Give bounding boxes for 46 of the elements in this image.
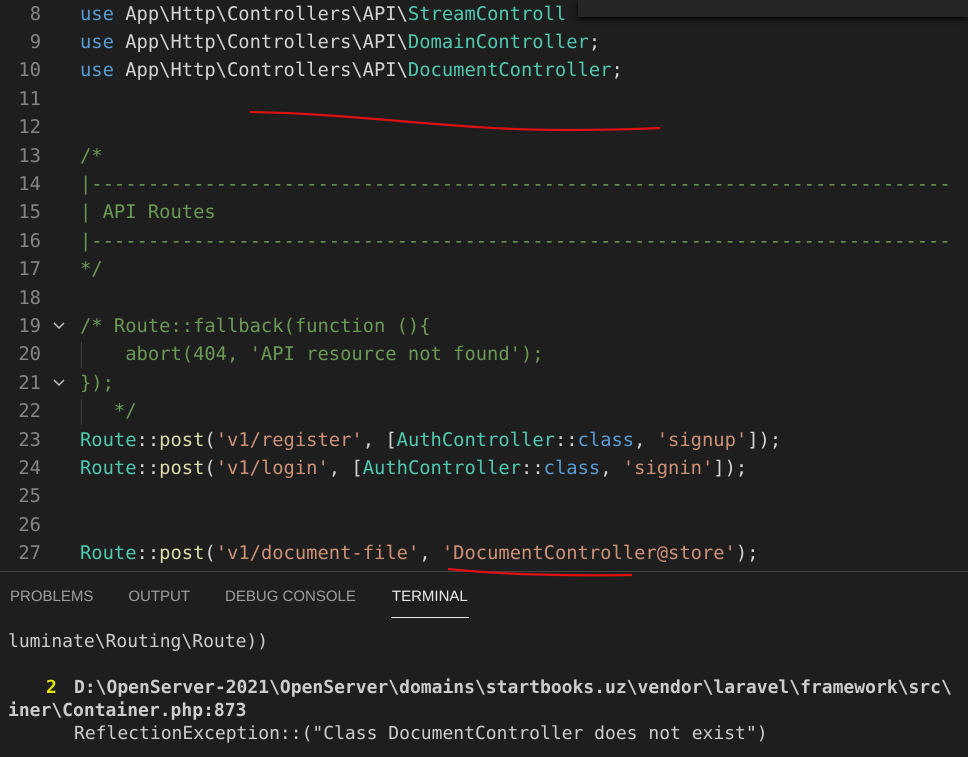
code-line: */ [80, 259, 103, 280]
line-number: 24 [17, 458, 41, 479]
line-number: 22 [17, 401, 41, 422]
code-line: |---------------------------------------------------------------------------- [80, 230, 951, 252]
terminal-line: luminate\Routing\Route)) [7, 630, 270, 653]
code-line: Route::post('v1/register', [AuthController::class, 'signup']); [80, 430, 782, 451]
frame-number: 2 [46, 676, 58, 699]
line-number: 21 [17, 372, 41, 394]
panel-tab[interactable]: OUTPUT [128, 572, 190, 618]
line-number: 9 [28, 32, 41, 54]
line-number: 26 [17, 514, 41, 536]
line-number: 11 [17, 88, 41, 110]
line-number: 18 [17, 288, 41, 309]
code-line: |---------------------------------------------------------------------------- [80, 174, 951, 196]
code-line: Route::post('v1/login', [AuthController::class, 'signin']); [80, 458, 748, 479]
line-number: 13 [17, 146, 41, 167]
code-line: /* Route::fallback(function (){ [80, 316, 431, 337]
code-line: use App\Http\Controllers\API\DomainController; [80, 32, 600, 54]
line-number: 14 [17, 174, 41, 196]
panel-tab[interactable]: TERMINAL [390, 572, 469, 618]
code-line: | API Routes [80, 202, 216, 224]
line-number: 23 [17, 430, 41, 451]
line-number: 16 [17, 230, 41, 252]
line-number: 20 [17, 344, 41, 366]
panel-tab[interactable]: PROBLEMS [10, 572, 94, 618]
chevron-down-icon[interactable] [52, 322, 64, 330]
code-line: */ [112, 401, 137, 422]
terminal-line: iner\Container.php:873 [7, 699, 248, 722]
line-number: 17 [17, 259, 41, 280]
line-number: 27 [17, 543, 41, 564]
code-line: Route::post('v1/document-file', 'DocumentController@store'); [80, 543, 758, 564]
line-number: 8 [28, 4, 41, 25]
line-number: 10 [17, 60, 41, 82]
line-number: 19 [17, 316, 41, 337]
line-number: 12 [17, 117, 41, 138]
code-line: /* [80, 146, 103, 167]
code-line: }); [80, 372, 114, 394]
panel-tab[interactable]: DEBUG CONSOLE [225, 572, 356, 618]
line-number: 25 [17, 486, 41, 508]
terminal-line: D:\OpenServer-2021\OpenServer\domains\startbooks.uz\vendor\laravel\framework\src\ [74, 676, 952, 699]
line-number: 15 [17, 202, 41, 224]
code-line: abort(404, 'API resource not found'); [124, 344, 544, 366]
chevron-down-icon[interactable] [52, 379, 64, 388]
terminal-line: ReflectionException::("Class DocumentController does not exist") [73, 722, 769, 745]
code-line: use App\Http\Controllers\API\DocumentController; [80, 60, 623, 82]
code-line: use App\Http\Controllers\API\StreamControll [80, 4, 566, 25]
